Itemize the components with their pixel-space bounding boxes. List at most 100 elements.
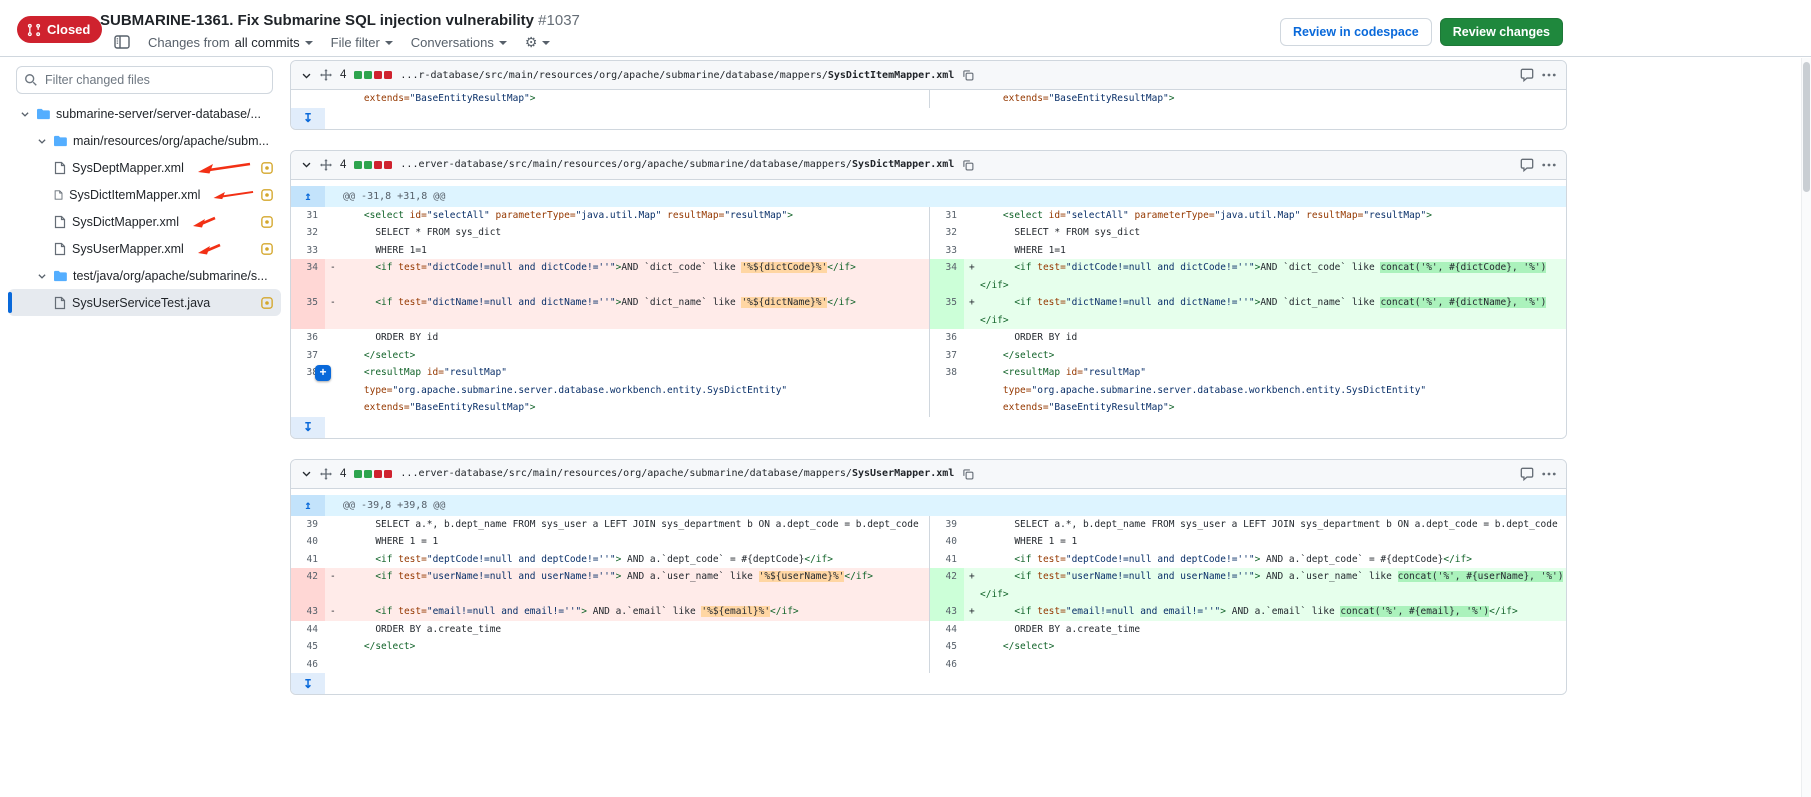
diff-line-number[interactable]: 41 <box>291 551 325 569</box>
diff-code <box>341 277 929 295</box>
diff-line-number[interactable] <box>291 382 325 400</box>
file-comment-button[interactable] <box>1520 158 1534 172</box>
diff-line-number[interactable]: 32 <box>291 224 325 242</box>
diff-code <box>980 656 1566 674</box>
file-menu-button[interactable] <box>1542 73 1556 77</box>
sidebar-item-submarine-server-server-database-...[interactable]: submarine-server/server-database/... <box>8 100 281 127</box>
diff-line-number[interactable]: 35 <box>930 294 964 312</box>
copy-path-button[interactable] <box>962 159 974 171</box>
diff-line-number[interactable]: 43 <box>930 603 964 621</box>
sidebar-item-SysUserMapper.xml[interactable]: SysUserMapper.xml <box>8 235 281 262</box>
diff-line-number[interactable]: 32 <box>930 224 964 242</box>
diff-code: </if> <box>980 312 1566 330</box>
diff-line-number[interactable]: 40 <box>930 533 964 551</box>
review-in-codespace-button[interactable]: Review in codespace <box>1280 18 1432 46</box>
diff-line-number[interactable]: 36 <box>930 329 964 347</box>
sidebar-item-test-java-org-apache-submarine-s...[interactable]: test/java/org/apache/submarine/s... <box>8 262 281 289</box>
copy-path-button[interactable] <box>962 468 974 480</box>
diff-settings-dropdown[interactable]: ⚙ <box>525 35 551 49</box>
changes-from-dropdown[interactable]: Changes from all commits <box>148 35 313 50</box>
diff-line-number[interactable]: 39 <box>930 516 964 534</box>
scrollbar-thumb[interactable] <box>1803 62 1810 192</box>
diff-sign: + <box>964 603 980 621</box>
copy-path-button[interactable] <box>962 69 974 81</box>
diff-line-number[interactable] <box>291 277 325 295</box>
expand-down-button[interactable]: ↧ <box>291 673 325 694</box>
conversations-label: Conversations <box>411 35 494 50</box>
file-comment-button[interactable] <box>1520 467 1534 481</box>
diff-sign <box>325 242 341 260</box>
diff-line-number[interactable] <box>291 312 325 330</box>
add-comment-button[interactable]: + <box>315 365 331 381</box>
diff-line-number[interactable]: 42 <box>291 568 325 586</box>
copy-icon <box>962 468 974 480</box>
diff-line-number[interactable]: 44 <box>291 621 325 639</box>
drag-handle[interactable] <box>320 468 332 480</box>
diff-line-number[interactable] <box>291 586 325 604</box>
diff-line-number[interactable] <box>930 277 964 295</box>
file-menu-button[interactable] <box>1542 163 1556 167</box>
diff-line-number[interactable]: 45 <box>930 638 964 656</box>
diff-left-cell: type="org.apache.submarine.server.databa… <box>291 382 929 400</box>
diff-line-number[interactable] <box>930 312 964 330</box>
diff-line-number[interactable] <box>930 90 964 108</box>
diff-line-number[interactable]: 42 <box>930 568 964 586</box>
expand-down-button[interactable]: ↧ <box>291 417 325 438</box>
diffstat-del-square <box>384 71 392 79</box>
diff-line-number[interactable]: 40 <box>291 533 325 551</box>
diff-line-number[interactable] <box>291 399 325 417</box>
diff-line-number[interactable]: 39 <box>291 516 325 534</box>
sidebar-item-SysDictMapper.xml[interactable]: SysDictMapper.xml <box>8 208 281 235</box>
sidebar-item-SysDictItemMapper.xml[interactable]: SysDictItemMapper.xml <box>8 181 281 208</box>
file-comment-button[interactable] <box>1520 68 1534 82</box>
diff-line-number[interactable]: 35 <box>291 294 325 312</box>
diff-sign <box>325 382 341 400</box>
diff-line-number[interactable] <box>930 586 964 604</box>
sidebar-item-main-resources-org-apache-subm...[interactable]: main/resources/org/apache/subm... <box>8 127 281 154</box>
diff-line-number[interactable] <box>930 382 964 400</box>
expand-up-button[interactable]: ↥ <box>291 186 325 207</box>
collapse-file-button[interactable] <box>301 468 312 479</box>
diff-line-number[interactable]: 38 <box>930 364 964 382</box>
kebab-menu-icon <box>1542 73 1556 77</box>
diff-line-number[interactable]: 46 <box>930 656 964 674</box>
diff-line-number[interactable]: 31 <box>930 207 964 225</box>
diff-line-number[interactable]: 34 <box>291 259 325 277</box>
diff-line-number[interactable]: 43 <box>291 603 325 621</box>
review-changes-button[interactable]: Review changes <box>1440 18 1563 46</box>
diff-sign <box>325 656 341 674</box>
diff-line-number[interactable]: 41 <box>930 551 964 569</box>
diff-line-number[interactable] <box>930 399 964 417</box>
sidebar-item-SysUserServiceTest.java[interactable]: SysUserServiceTest.java <box>8 289 281 316</box>
diff-line-number[interactable]: 33 <box>930 242 964 260</box>
modified-file-icon <box>261 297 273 309</box>
sidebar-item-SysDeptMapper.xml[interactable]: SysDeptMapper.xml <box>8 154 281 181</box>
expand-down-button[interactable]: ↧ <box>291 108 325 129</box>
drag-handle[interactable] <box>320 69 332 81</box>
diff-line-number[interactable]: 33 <box>291 242 325 260</box>
red-annotation-arrow <box>212 187 255 203</box>
diff-line-number[interactable]: 37 <box>291 347 325 365</box>
pr-title-text: SUBMARINE-1361. Fix Submarine SQL inject… <box>100 12 534 29</box>
collapse-file-button[interactable] <box>301 159 312 170</box>
diff-line-number[interactable]: 45 <box>291 638 325 656</box>
expand-up-button[interactable]: ↥ <box>291 495 325 516</box>
conversations-dropdown[interactable]: Conversations <box>411 35 507 50</box>
hunk-range-label: @@ -39,8 +39,8 @@ <box>343 500 445 511</box>
diff-code: <if test="dictCode!=null and dictCode!='… <box>341 259 929 277</box>
diff-line-number[interactable]: 44 <box>930 621 964 639</box>
vertical-scrollbar[interactable] <box>1801 58 1811 797</box>
collapse-file-button[interactable] <box>301 70 312 81</box>
file-menu-button[interactable] <box>1542 472 1556 476</box>
diff-line-number[interactable]: 36 <box>291 329 325 347</box>
diffstat-add-square <box>354 470 362 478</box>
diff-line-number[interactable]: 34 <box>930 259 964 277</box>
diff-line-number[interactable]: 46 <box>291 656 325 674</box>
filter-changed-files-input[interactable] <box>16 66 273 94</box>
diff-line-number[interactable]: 31 <box>291 207 325 225</box>
diff-line-number[interactable]: 37 <box>930 347 964 365</box>
drag-handle[interactable] <box>320 159 332 171</box>
file-filter-dropdown[interactable]: File filter <box>331 35 393 50</box>
diff-line-number[interactable] <box>291 90 325 108</box>
file-tree-toggle-icon[interactable] <box>114 35 130 49</box>
